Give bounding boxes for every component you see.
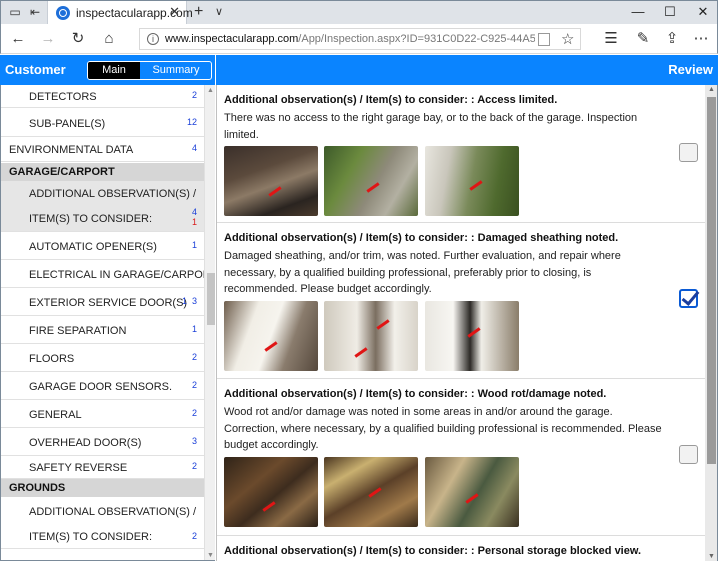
pen-icon[interactable]: ✎ (633, 30, 653, 48)
customer-title: Customer (5, 62, 66, 77)
sidebar-item-automatic-openers[interactable]: AUTOMATIC OPENER(S) 1 (1, 233, 204, 260)
observation-body: Wood rot and/or damage was noted in some… (224, 406, 662, 451)
favorites-hub-icon[interactable]: ☰ (601, 30, 621, 48)
scroll-down-icon[interactable]: ▼ (207, 552, 214, 559)
url-text: www.inspectacularapp.com/App/Inspection.… (165, 33, 535, 45)
close-tab-icon[interactable]: ✕ (169, 4, 180, 20)
review-title: Review (668, 62, 713, 77)
sidebar-scroll-thumb[interactable] (207, 273, 215, 325)
item-count: 2 (191, 531, 197, 541)
observation-card: Additional observation(s) / Item(s) to c… (217, 536, 705, 561)
address-bar[interactable]: i www.inspectacularapp.com/App/Inspectio… (139, 28, 581, 50)
item-count: 3 (191, 436, 197, 446)
set-aside-tabs-icon[interactable]: ⇤ (27, 5, 43, 19)
scroll-down-icon[interactable]: ▼ (708, 553, 715, 560)
observation-photo[interactable] (324, 301, 418, 371)
observation-photo[interactable] (224, 301, 318, 371)
sidebar-item-grounds-additional-observations[interactable]: ADDITIONAL OBSERVATION(S) / ITEM(S) TO C… (1, 497, 204, 549)
new-tab-icon[interactable]: + (194, 3, 203, 21)
sidebar-section-grounds[interactable]: GROUNDS (1, 479, 204, 497)
sidebar-item-sub-panels[interactable]: SUB-PANEL(S) 12 (1, 109, 204, 137)
item-count: 1 (191, 240, 197, 250)
app-header: Customer Main Summary Review (0, 55, 718, 85)
more-icon[interactable]: ⋯ (691, 30, 711, 48)
observation-body: There was no access to the right garage … (224, 112, 638, 141)
review-checkbox[interactable] (679, 143, 698, 162)
tab-main[interactable]: Main (88, 62, 140, 79)
observation-title: Additional observation(s) / Item(s) to c… (224, 388, 607, 400)
sidebar-item-floors[interactable]: FLOORS 2 (1, 345, 204, 372)
item-count: 12 (186, 117, 197, 127)
sidebar-item-general[interactable]: GENERAL 2 (1, 401, 204, 428)
sidebar-item-garage-door-sensors[interactable]: GARAGE DOOR SENSORS. 2 (1, 373, 204, 400)
browser-tab[interactable]: inspectacularapp.com ✕ (47, 1, 193, 25)
browser-titlebar: ▭ ⇤ inspectacularapp.com ✕ + ∨ — ☐ ✕ (0, 0, 718, 25)
refresh-icon[interactable]: ↻ (69, 30, 87, 48)
view-toggle: Main Summary (87, 61, 212, 80)
item-count: 2 (191, 380, 197, 390)
sidebar-section-garage-carport[interactable]: GARAGE/CARPORT (1, 163, 204, 181)
observation-title: Additional observation(s) / Item(s) to c… (224, 545, 642, 557)
observation-card: Additional observation(s) / Item(s) to c… (217, 223, 705, 379)
minimize-icon[interactable]: — (628, 4, 648, 19)
home-icon[interactable]: ⌂ (100, 30, 118, 48)
observation-photo[interactable] (425, 457, 519, 527)
forward-icon[interactable]: → (39, 30, 57, 48)
item-count: 4 (191, 207, 197, 217)
share-icon[interactable]: ⇪ (662, 30, 682, 48)
sidebar-item-exterior-service-doors[interactable]: EXTERIOR SERVICE DOOR(S) 1 3 (1, 289, 204, 316)
observation-photo[interactable] (324, 146, 418, 216)
observation-photo[interactable] (425, 146, 519, 216)
item-count: 1 (191, 324, 197, 334)
sidebar-item-fire-separation[interactable]: FIRE SEPARATION 1 (1, 317, 204, 344)
item-flag-count: 1 (191, 217, 197, 227)
observation-photo[interactable] (224, 457, 318, 527)
sidebar-item-electrical-in-garage[interactable]: ELECTRICAL IN GARAGE/CARPORT (1, 261, 215, 288)
item-count: 2 (191, 408, 197, 418)
item-count: 2 (191, 461, 197, 471)
item-count: 2 (191, 352, 197, 362)
site-favicon-icon (56, 6, 70, 20)
review-scroll-thumb[interactable] (707, 97, 716, 464)
observation-title: Additional observation(s) / Item(s) to c… (224, 94, 558, 106)
close-window-icon[interactable]: ✕ (693, 4, 713, 20)
observation-title: Additional observation(s) / Item(s) to c… (224, 232, 619, 244)
header-divider (215, 55, 216, 85)
maximize-icon[interactable]: ☐ (660, 4, 680, 20)
review-scrollbar[interactable]: ▲ ▼ (705, 85, 718, 561)
item-count: 1 (181, 296, 187, 306)
sidebar-item-safety-reverse[interactable]: SAFETY REVERSE 2 (1, 457, 204, 479)
scroll-up-icon[interactable]: ▲ (708, 86, 715, 93)
sidebar-scrollbar[interactable]: ▲ ▼ (204, 85, 215, 560)
favorite-star-icon[interactable]: ☆ (561, 30, 574, 48)
back-icon[interactable]: ← (9, 30, 27, 48)
observation-body: Damaged sheathing, and/or trim, was note… (224, 250, 621, 295)
sidebar: DETECTORS 2 SUB-PANEL(S) 12 ENVIRONMENTA… (0, 85, 215, 561)
sidebar-item-garage-additional-observations[interactable]: ADDITIONAL OBSERVATION(S) / ITEM(S) TO C… (1, 181, 204, 232)
review-panel: Additional observation(s) / Item(s) to c… (216, 85, 705, 561)
observation-card: Additional observation(s) / Item(s) to c… (217, 379, 705, 536)
observation-photo[interactable] (425, 301, 519, 371)
sidebar-item-detectors[interactable]: DETECTORS 2 (1, 85, 204, 108)
browser-navbar: ← → ↻ ⌂ i www.inspectacularapp.com/App/I… (0, 24, 718, 54)
chevron-down-icon[interactable]: ∨ (215, 5, 223, 18)
tab-preview-icon[interactable]: ▭ (7, 5, 23, 19)
item-count: 4 (191, 143, 197, 153)
item-count: 2 (191, 90, 197, 100)
info-icon[interactable]: i (147, 33, 159, 45)
item-count-secondary: 3 (191, 296, 197, 306)
observation-card: Additional observation(s) / Item(s) to c… (217, 85, 705, 223)
observation-photo[interactable] (324, 457, 418, 527)
review-checkbox[interactable] (679, 445, 698, 464)
sidebar-item-overhead-doors[interactable]: OVERHEAD DOOR(S) 3 (1, 429, 204, 456)
review-checkbox[interactable] (679, 289, 698, 308)
reading-view-icon[interactable] (538, 33, 550, 46)
scroll-up-icon[interactable]: ▲ (207, 87, 214, 94)
sidebar-item-environmental-data[interactable]: ENVIRONMENTAL DATA 4 (1, 137, 204, 162)
observation-photo[interactable] (224, 146, 318, 216)
tab-summary[interactable]: Summary (140, 62, 211, 79)
